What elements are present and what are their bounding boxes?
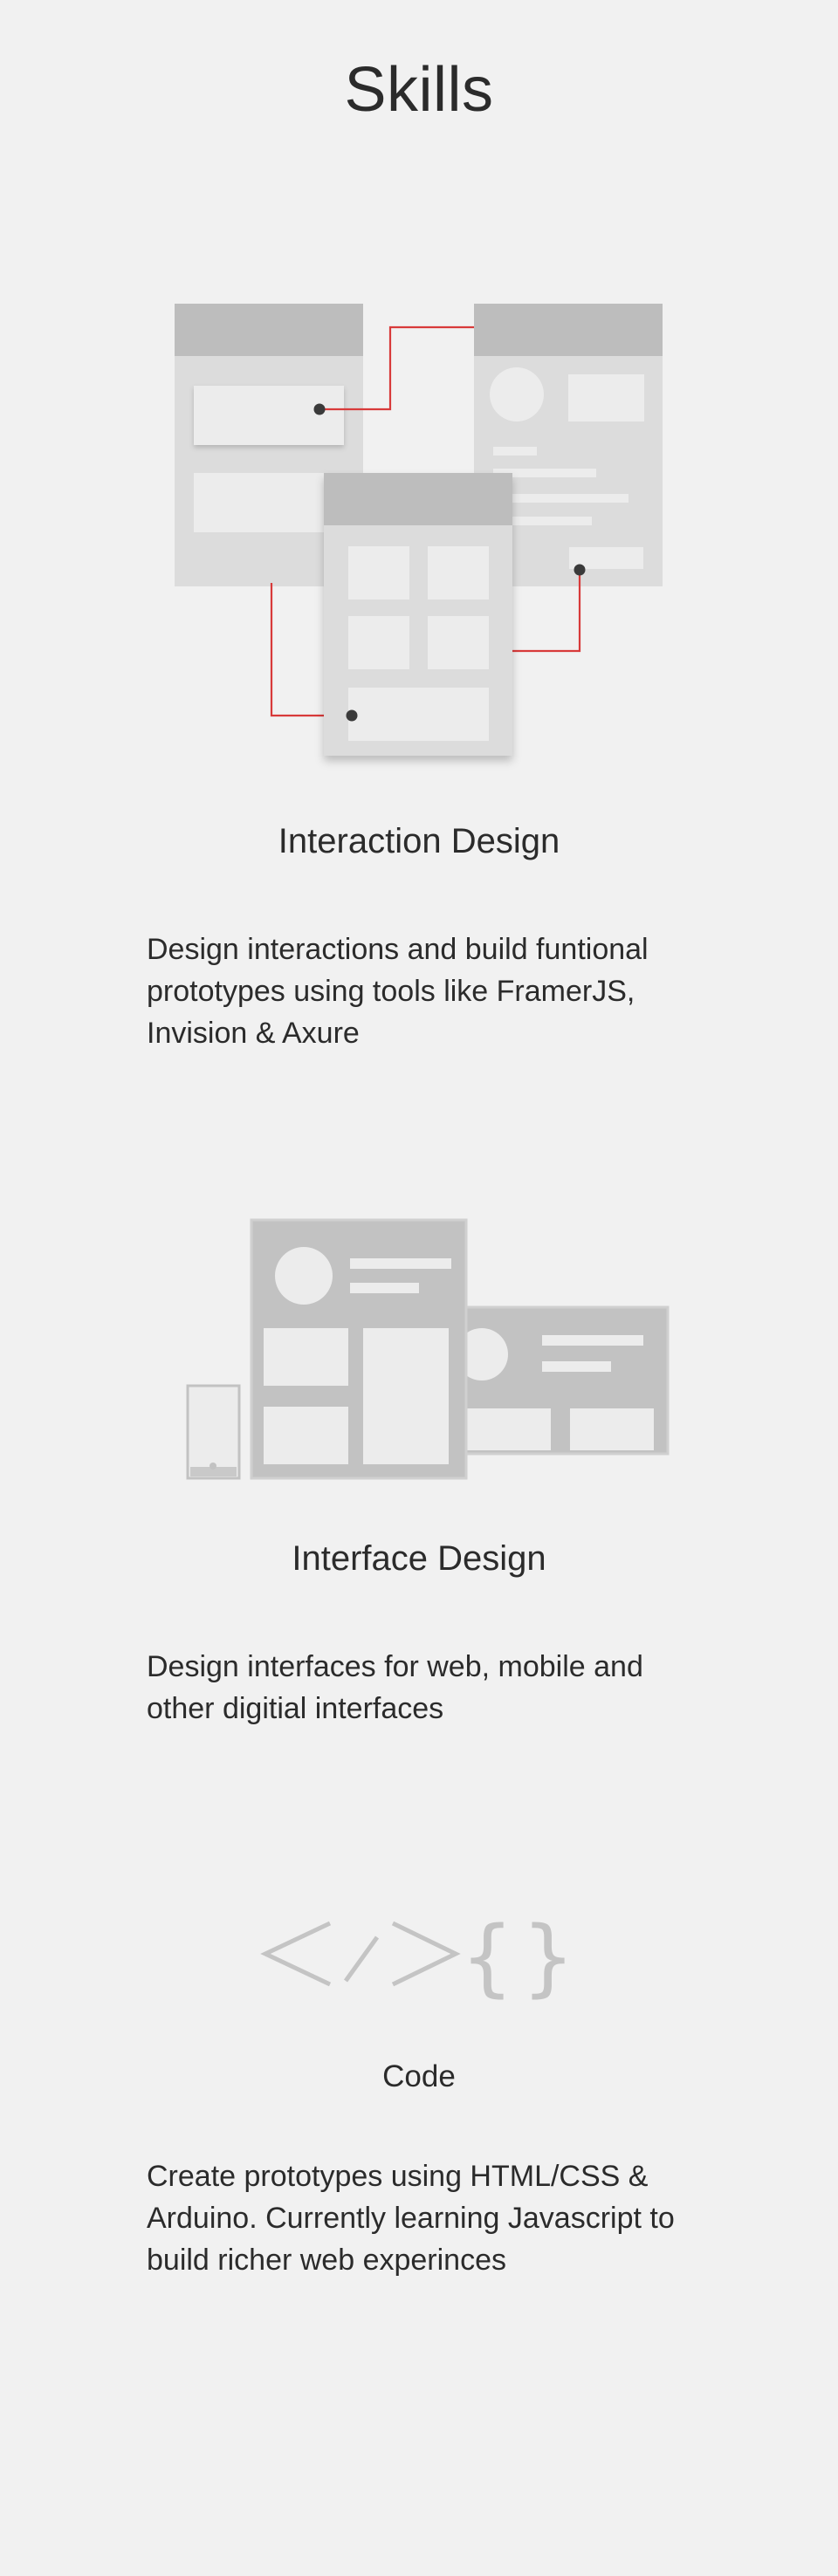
skill-heading-code: Code [382,2059,456,2093]
code-brackets-icon: { } [0,1902,838,2007]
skill-description-interface-design: Design interfaces for web, mobile and ot… [147,1650,643,1725]
skill-heading-interaction-design: Interaction Design [278,822,560,860]
skills-page: Skills Interaction Design Design interac… [0,0,838,2576]
svg-text:}: } [521,1908,574,2006]
skill-heading-interface-design: Interface Design [292,1539,546,1578]
page-title: Skills [344,55,494,125]
wireframe-desktop-screen [250,1218,468,1480]
skill-description-code: Create prototypes using HTML/CSS & Ardui… [147,2160,675,2277]
wireframe-phone [186,1384,241,1480]
wireframe-flow-icon [0,288,838,777]
svg-text:{: { [460,1908,513,2006]
wireframe-landscape-screen [456,1305,670,1456]
skill-description-interaction-design: Design interactions and build funtional … [147,933,649,1050]
multi-device-layout-icon [0,1213,838,1492]
